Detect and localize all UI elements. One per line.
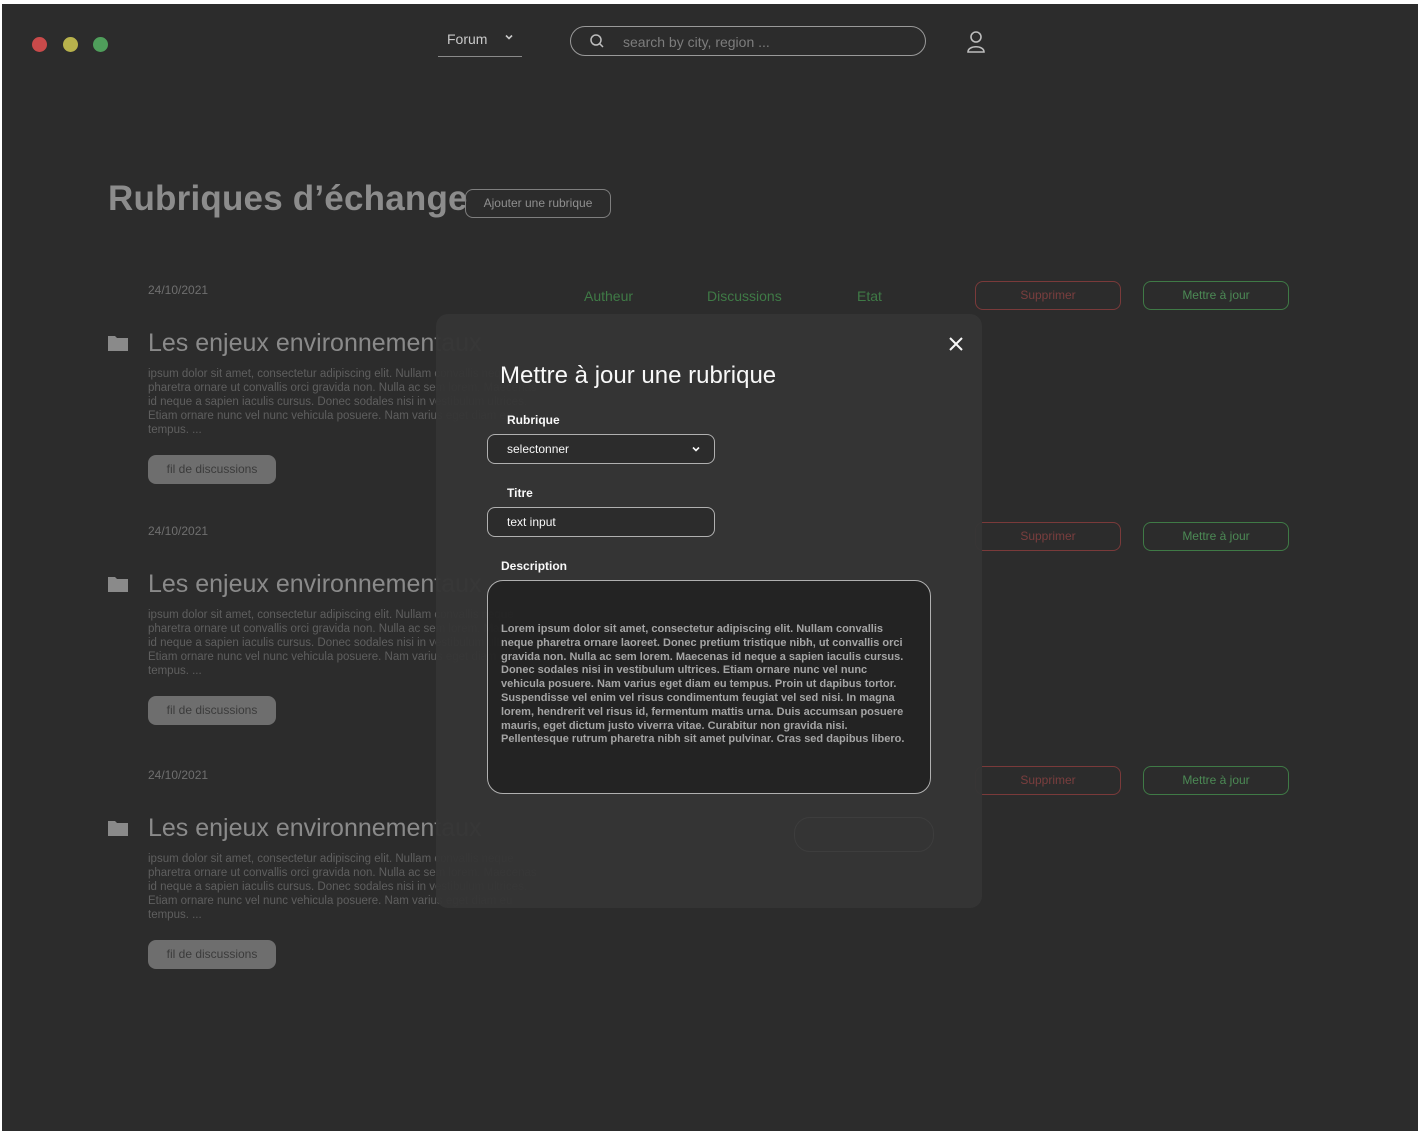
topic-title[interactable]: Les enjeux environnementaux bbox=[148, 814, 482, 843]
rubrique-select-value: selectonner bbox=[507, 442, 570, 456]
window-minimize-button[interactable] bbox=[63, 37, 78, 52]
folder-icon bbox=[108, 336, 128, 351]
chevron-down-icon bbox=[505, 34, 513, 40]
folder-icon bbox=[108, 577, 128, 592]
description-text: Lorem ipsum dolor sit amet, consectetur … bbox=[501, 623, 905, 746]
topic-date: 24/10/2021 bbox=[148, 768, 209, 782]
background-ghost-button bbox=[794, 817, 934, 852]
update-rubrique-modal: Mettre à jour une rubrique Rubrique sele… bbox=[436, 314, 982, 908]
thread-button[interactable]: fil de discussions bbox=[148, 455, 276, 484]
topic-date: 24/10/2021 bbox=[148, 524, 209, 538]
folder-icon bbox=[108, 821, 128, 836]
column-discussions: Discussions bbox=[707, 288, 782, 304]
update-button[interactable]: Mettre à jour bbox=[1143, 522, 1289, 551]
topic-title[interactable]: Les enjeux environnementaux bbox=[148, 570, 482, 599]
column-author: Autheur bbox=[584, 288, 634, 304]
chevron-down-icon bbox=[692, 446, 700, 452]
search-input[interactable]: search by city, region ... bbox=[570, 26, 926, 56]
titre-input-value: text input bbox=[507, 515, 556, 529]
forum-dropdown[interactable]: Forum bbox=[438, 26, 522, 57]
topic-title[interactable]: Les enjeux environnementaux bbox=[148, 329, 482, 358]
close-icon[interactable] bbox=[948, 336, 964, 352]
modal-title: Mettre à jour une rubrique bbox=[500, 362, 777, 389]
topic-date: 24/10/2021 bbox=[148, 283, 209, 297]
rubrique-select[interactable]: selectonner bbox=[487, 434, 715, 464]
page-title: Rubriques d’échange bbox=[108, 179, 468, 218]
thread-button[interactable]: fil de discussions bbox=[148, 940, 276, 969]
delete-button[interactable]: Supprimer bbox=[975, 281, 1121, 310]
forum-dropdown-label: Forum bbox=[447, 31, 488, 47]
search-placeholder: search by city, region ... bbox=[623, 34, 770, 50]
update-button[interactable]: Mettre à jour bbox=[1143, 281, 1289, 310]
delete-button[interactable]: Supprimer bbox=[975, 766, 1121, 795]
column-state: Etat bbox=[857, 288, 882, 304]
description-label: Description bbox=[501, 559, 568, 573]
search-icon bbox=[590, 34, 604, 48]
add-rubrique-button[interactable]: Ajouter une rubrique bbox=[465, 189, 611, 218]
window-close-button[interactable] bbox=[32, 37, 47, 52]
window-maximize-button[interactable] bbox=[93, 37, 108, 52]
app-window: Forum search by city, region ... Rubriqu… bbox=[2, 4, 1418, 1131]
rubrique-label: Rubrique bbox=[507, 413, 560, 427]
delete-button[interactable]: Supprimer bbox=[975, 522, 1121, 551]
titre-label: Titre bbox=[507, 486, 533, 500]
thread-button[interactable]: fil de discussions bbox=[148, 696, 276, 725]
titre-input[interactable]: text input bbox=[487, 507, 715, 537]
description-textarea[interactable]: Lorem ipsum dolor sit amet, consectetur … bbox=[487, 580, 931, 794]
update-button[interactable]: Mettre à jour bbox=[1143, 766, 1289, 795]
user-icon[interactable] bbox=[966, 30, 986, 54]
